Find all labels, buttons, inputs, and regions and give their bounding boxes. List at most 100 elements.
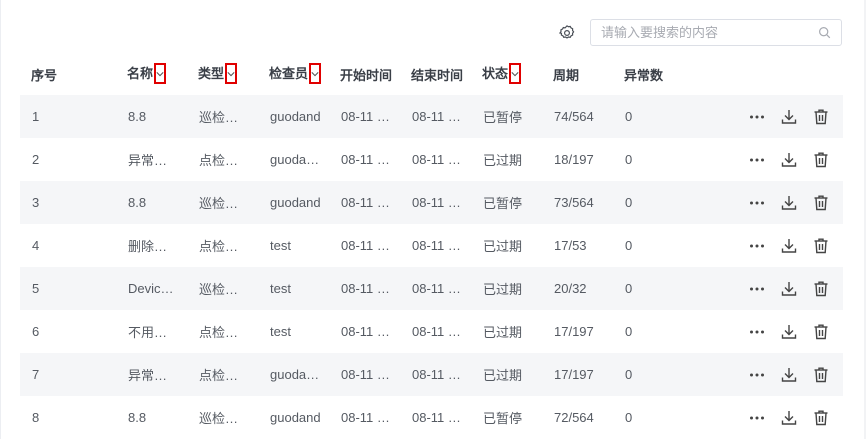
cell-start-time: 08-11 …: [329, 353, 400, 396]
table-row[interactable]: 7 异常… 点检… guoda… 08-11 … 08-11 … 已过期 17/197 0: [20, 353, 843, 396]
cell-period: 72/564: [542, 396, 613, 439]
cell-index: 7: [20, 353, 116, 396]
more-icon[interactable]: [747, 236, 767, 256]
delete-icon[interactable]: [811, 236, 831, 256]
cell-index: 6: [20, 310, 116, 353]
cell-start-time: 08-11 …: [329, 138, 400, 181]
chevron-down-icon: [227, 72, 235, 77]
cell-end-time: 08-11 …: [400, 267, 471, 310]
row-actions: [703, 181, 843, 224]
task-list-panel: 序号 名称 类型 检查员 开始时间 结束时间 状态 周期 异常数 18.8巡检……: [0, 0, 864, 439]
type-filter-dropdown[interactable]: [225, 63, 238, 85]
search-input[interactable]: [601, 25, 817, 40]
row-actions: [703, 224, 843, 267]
cell-inspector: guoda…: [258, 353, 329, 396]
download-icon[interactable]: [779, 408, 799, 428]
delete-icon[interactable]: [811, 193, 831, 213]
cell-anomalies: 0: [613, 138, 703, 181]
cell-end-time: 08-11 …: [400, 95, 471, 138]
cell-end-time: 08-11 …: [400, 353, 471, 396]
download-icon[interactable]: [779, 365, 799, 385]
table-row[interactable]: 6 不用… 点检… test 08-11 … 08-11 … 已过期 17/197 0: [20, 310, 843, 353]
download-icon[interactable]: [779, 322, 799, 342]
table-row[interactable]: 3 8.8 巡检… guodand 08-11 … 08-11 … 已暂停 73/564 0: [20, 181, 843, 224]
name-filter-dropdown[interactable]: [154, 63, 167, 85]
cell-type: 巡检…: [187, 95, 258, 138]
header-type: 类型: [187, 53, 258, 95]
delete-icon[interactable]: [811, 279, 831, 299]
cell-name: 8.8: [116, 181, 187, 224]
header-anomalies: 异常数: [624, 67, 664, 83]
cell-start-time: 08-11 …: [329, 95, 400, 138]
header-index: 序号: [31, 67, 58, 83]
header-inspector-label: 检查员: [269, 65, 309, 81]
download-icon[interactable]: [779, 107, 799, 127]
more-icon[interactable]: [747, 150, 767, 170]
cell-name: 8.8: [116, 396, 187, 439]
delete-icon[interactable]: [811, 107, 831, 127]
more-icon[interactable]: [747, 193, 767, 213]
cell-type: 点检…: [187, 138, 258, 181]
more-icon[interactable]: [747, 408, 767, 428]
more-icon[interactable]: [747, 107, 767, 127]
cell-start-time: 08-11 …: [329, 396, 400, 439]
cell-type: 巡检…: [187, 267, 258, 310]
table-row[interactable]: 4 删除… 点检… test 08-11 … 08-11 … 已过期 17/53 0: [20, 224, 843, 267]
search-box: [590, 19, 842, 46]
download-icon[interactable]: [779, 193, 799, 213]
task-table: 序号 名称 类型 检查员 开始时间 结束时间 状态 周期 异常数 1 8.8 巡检……: [20, 53, 843, 439]
cell-end-time: 08-11 …: [400, 138, 471, 181]
cell-period: 18/197: [542, 138, 613, 181]
delete-icon[interactable]: [811, 408, 831, 428]
search-icon[interactable]: [817, 26, 831, 40]
cell-anomalies: 0: [613, 310, 703, 353]
cell-name: 删除…: [116, 224, 187, 267]
cell-type: 点检…: [187, 224, 258, 267]
table-row[interactable]: 5 Devic… 巡检… test 08-11 … 08-11 … 已过期 20/32 0: [20, 267, 843, 310]
gear-icon[interactable]: [557, 23, 577, 43]
table-row[interactable]: 8 8.8 巡检… guodand 08-11 … 08-11 … 已暂停 72/564 0: [20, 396, 843, 439]
chevron-down-icon: [156, 72, 164, 77]
row-actions: [703, 353, 843, 396]
cell-index: 1: [20, 95, 116, 138]
cell-end-time: 08-11 …: [400, 396, 471, 439]
table-row[interactable]: 2 异常… 点检… guoda… 08-11 … 08-11 … 已过期 18/197 0: [20, 138, 843, 181]
row-actions: [703, 310, 843, 353]
cell-status: 已过期: [471, 267, 542, 310]
cell-status: 已暂停: [471, 95, 542, 138]
cell-index: 5: [20, 267, 116, 310]
cell-inspector: test: [258, 267, 329, 310]
cell-anomalies: 0: [613, 95, 703, 138]
more-icon[interactable]: [747, 365, 767, 385]
delete-icon[interactable]: [811, 322, 831, 342]
more-icon[interactable]: [747, 322, 767, 342]
row-actions: [703, 95, 843, 138]
header-inspector: 检查员: [258, 53, 329, 95]
cell-period: 17/53: [542, 224, 613, 267]
cell-type: 巡检…: [187, 396, 258, 439]
download-icon[interactable]: [779, 150, 799, 170]
table-body: 1 8.8 巡检… guodand 08-11 … 08-11 … 已暂停 74/564 0 2 异…: [20, 95, 843, 439]
delete-icon[interactable]: [811, 150, 831, 170]
cell-inspector: test: [258, 224, 329, 267]
header-status: 状态: [471, 53, 542, 95]
header-status-label: 状态: [482, 65, 509, 81]
cell-period: 17/197: [542, 353, 613, 396]
table-row[interactable]: 1 8.8 巡检… guodand 08-11 … 08-11 … 已暂停 74/564 0: [20, 95, 843, 138]
toolbar: [557, 19, 842, 46]
table-header: 序号 名称 类型 检查员 开始时间 结束时间 状态 周期 异常数: [20, 53, 843, 95]
cell-status: 已暂停: [471, 181, 542, 224]
inspector-filter-dropdown[interactable]: [309, 63, 322, 85]
cell-name: 异常…: [116, 138, 187, 181]
header-name-label: 名称: [127, 65, 154, 81]
row-actions: [703, 267, 843, 310]
download-icon[interactable]: [779, 279, 799, 299]
more-icon[interactable]: [747, 279, 767, 299]
header-start-time: 开始时间: [340, 67, 393, 83]
delete-icon[interactable]: [811, 365, 831, 385]
status-filter-dropdown[interactable]: [509, 63, 522, 85]
cell-end-time: 08-11 …: [400, 181, 471, 224]
cell-index: 4: [20, 224, 116, 267]
download-icon[interactable]: [779, 236, 799, 256]
cell-anomalies: 0: [613, 181, 703, 224]
